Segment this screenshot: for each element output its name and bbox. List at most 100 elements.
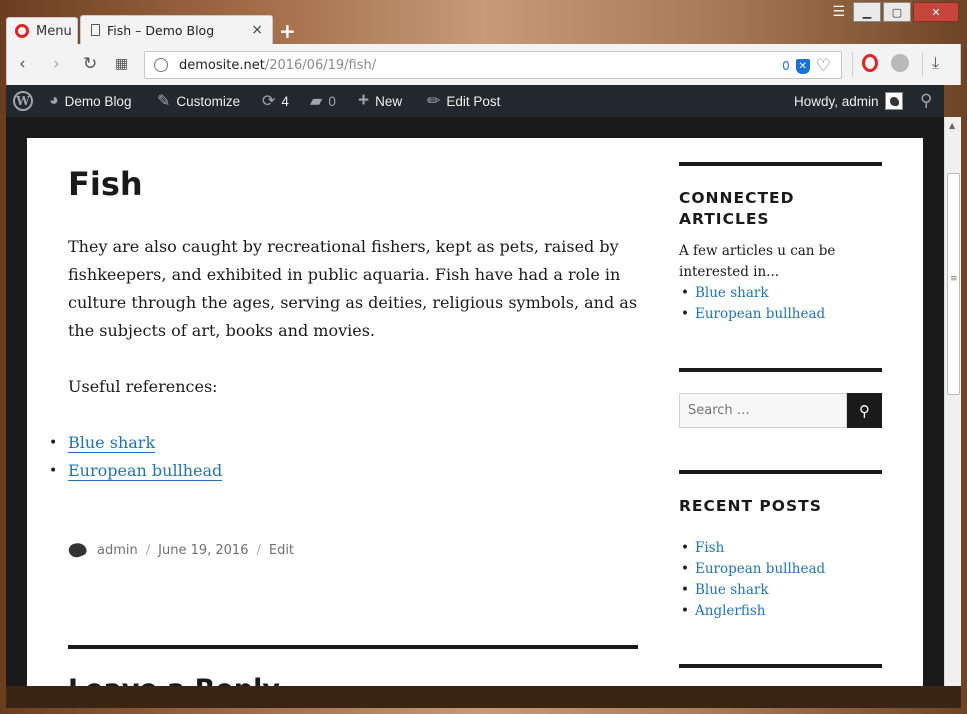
maximize-button[interactable]: ▢ [883,2,911,22]
admin-bar-account[interactable]: Howdy, admin [794,85,903,117]
post-title: Fish [68,165,143,203]
navigation-bar: ‹ › ↻ ▦ demosite.net /2016/06/19/fish/ 0… [6,44,961,85]
admin-bar-site-name[interactable]: ◕ Demo Blog [49,85,131,117]
post-divider [68,645,638,649]
vpn-globe-icon[interactable] [891,54,909,72]
connected-articles-title: CONNECTED ARTICLES [679,189,795,228]
page-icon [91,24,100,36]
recent-link-fish[interactable]: Fish [695,540,724,556]
page-scrollbar[interactable]: ▲ [944,117,961,686]
recent-posts-list: Fish European bullhead Blue shark Angler… [679,538,882,622]
avatar [884,92,903,110]
post-date-link[interactable]: June 19, 2016 [158,543,248,558]
list-item: Blue shark [27,429,638,457]
page-content: Fish They are also caught by recreationa… [27,138,923,686]
widget-divider [679,368,882,372]
meta-separator: / [145,543,151,558]
post-body: They are also caught by recreational fis… [49,233,638,485]
meta-separator: / [256,543,261,558]
search-icon: ⚲ [859,401,870,420]
wp-admin-bar: W ◕ Demo Blog ✎ Customize ⟳ 4 ▰ 0 + New … [6,85,944,117]
connected-articles-list: Blue shark European bullhead [679,283,882,325]
list-item: Anglerfish [679,601,882,622]
references-list: Blue shark European bullhead [27,429,638,485]
brush-icon: ✎ [157,93,171,110]
browser-window: Menu Fish – Demo Blog × + ☰ ▁ ▢ ✕ ‹ › ↻ … [0,0,967,714]
author-link[interactable]: admin [97,543,138,558]
search-form: ⚲ [679,393,882,428]
url-path: /2016/06/19/fish/ [264,57,377,73]
forward-icon[interactable]: › [53,54,60,74]
admin-bar-edit-post[interactable]: ✏ Edit Post [427,85,500,117]
widget-divider [679,470,882,474]
recent-link-anglerfish[interactable]: Anglerfish [695,603,765,619]
customize-label: Customize [176,93,241,109]
comments-count: 0 [328,93,336,109]
address-bar[interactable]: demosite.net /2016/06/19/fish/ 0 ✕ ♡ [144,51,842,79]
url-host: demosite.net [179,57,265,73]
leave-reply-heading: Leave a Reply [68,674,280,686]
list-item: European bullhead [27,457,638,485]
bookmark-heart-icon[interactable]: ♡ [816,56,831,76]
admin-bar-customize[interactable]: ✎ Customize [157,85,240,117]
site-info-icon[interactable] [154,58,168,72]
references-label: Useful references: [68,377,218,396]
new-tab-button[interactable]: + [279,19,296,43]
wp-logo-menu[interactable]: W [13,85,33,117]
widget-divider [679,162,882,166]
edit-post-label: Edit Post [446,93,501,109]
recent-link-blue-shark[interactable]: Blue shark [695,582,769,598]
tab-bar: Menu Fish – Demo Blog × + ☰ ▁ ▢ ✕ [0,0,967,44]
speed-dial-icon[interactable]: ▦ [115,56,128,72]
window-bottom-frame [6,686,961,708]
close-window-button[interactable]: ✕ [913,2,959,22]
back-icon[interactable]: ‹ [19,54,26,74]
new-label: New [375,93,403,109]
connected-link-blue-shark[interactable]: Blue shark [695,285,769,301]
widget-divider [679,664,882,668]
list-item: Blue shark [679,580,882,601]
search-submit-button[interactable]: ⚲ [847,393,882,428]
tab-close-icon[interactable]: × [251,22,263,38]
connected-link-european-bullhead[interactable]: European bullhead [695,306,825,322]
sidebar: CONNECTED ARTICLES A few articles u can … [679,162,882,668]
post-paragraph: They are also caught by recreational fis… [68,237,638,340]
admin-bar-search[interactable]: ⚲ [920,85,932,117]
divider [922,52,923,77]
recent-link-european-bullhead[interactable]: European bullhead [695,561,825,577]
admin-bar-new[interactable]: + New [358,85,402,117]
reload-icon[interactable]: ↻ [83,54,97,74]
howdy-label: Howdy, admin [794,93,879,109]
reference-link-european-bullhead[interactable]: European bullhead [68,461,223,481]
connected-articles-text: A few articles u can be interested in... [679,243,836,280]
updates-count: 4 [281,93,289,109]
tab-fish[interactable]: Fish – Demo Blog × [80,15,273,44]
opera-menu-button[interactable]: Menu [6,17,78,44]
scroll-up-icon[interactable]: ▲ [949,121,955,130]
search-icon: ⚲ [920,91,933,110]
download-icon[interactable]: ⤓ [932,53,939,73]
admin-bar-updates[interactable]: ⟳ 4 [262,85,289,117]
tab-menu-icon[interactable]: ☰ [832,4,845,20]
adblock-shield-icon[interactable]: ✕ [795,58,810,74]
divider [852,52,853,77]
minimize-button[interactable]: ▁ [853,2,881,22]
reference-link-blue-shark[interactable]: Blue shark [68,433,156,453]
admin-bar-comments[interactable]: ▰ 0 [310,85,336,117]
updates-icon: ⟳ [262,93,276,110]
list-item: European bullhead [679,304,882,325]
scroll-thumb[interactable] [947,173,960,395]
plus-icon: + [358,90,370,111]
post-meta: admin / June 19, 2016 / Edit [68,540,294,561]
tab-title: Fish – Demo Blog [107,22,215,38]
site-name-label: Demo Blog [64,93,132,109]
list-item: Blue shark [679,283,882,304]
opera-logo-icon [15,24,29,38]
edit-link[interactable]: Edit [269,543,294,558]
author-avatar [68,540,89,561]
opera-extension-icon[interactable] [862,54,878,72]
adblock-count: 0 [782,59,790,73]
list-item: European bullhead [679,559,882,580]
search-input[interactable] [679,393,847,428]
dashboard-icon: ◕ [49,92,59,109]
